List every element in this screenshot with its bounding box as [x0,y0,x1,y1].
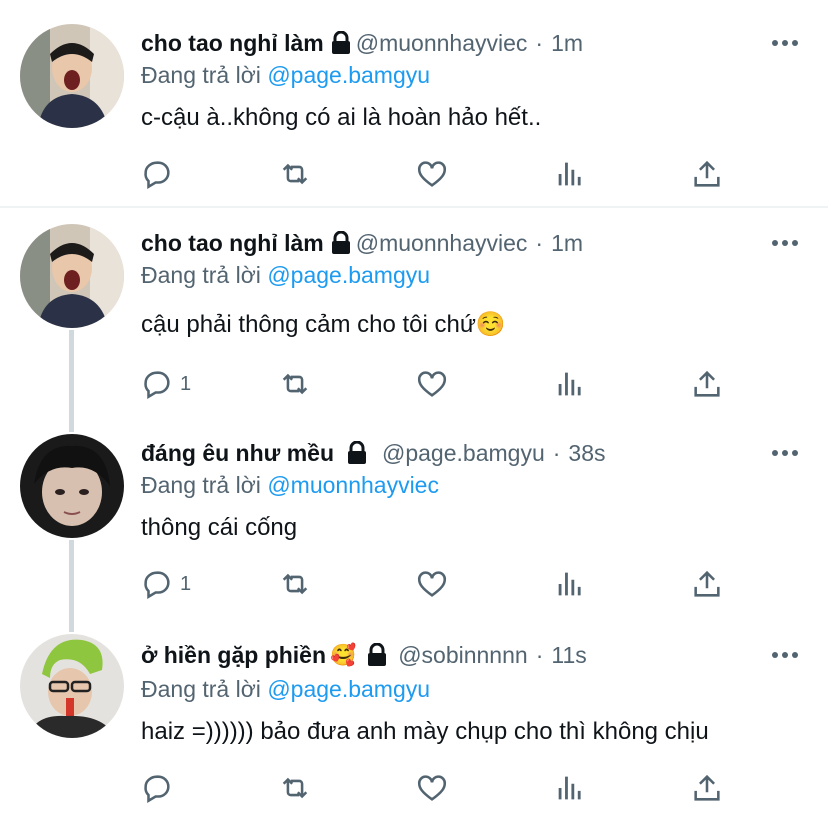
action-bar: 1 [0,364,828,404]
tweet[interactable]: cho tao nghỉ làm @muonnhayviec · 1m Đang… [0,0,828,206]
like-icon [417,161,447,187]
retweet-icon [282,373,308,395]
tweet[interactable]: đáng êu như mều @page.bamgyu · 38s Đang … [0,418,828,622]
more-icon[interactable] [768,26,798,60]
like-button[interactable] [415,564,449,604]
replying-to-label: Đang trả lời [141,472,261,498]
analytics-icon [558,572,581,596]
reply-count: 1 [180,572,192,595]
tweet[interactable]: cho tao nghỉ làm @muonnhayviec · 1m Đang… [0,208,828,418]
retweet-button[interactable] [278,768,312,808]
reply-button[interactable] [140,154,180,194]
reply-icon [144,371,170,400]
like-icon [417,775,447,801]
tweet-header: ở hiền gặp phiền 🥰 @sobinnnnn · 11s [141,638,587,672]
share-icon [694,370,720,397]
share-button[interactable] [690,564,724,604]
tweet-text: haiz =)))))) bảo đưa anh mày chụp cho th… [141,718,709,745]
display-name[interactable]: cho tao nghỉ làm [141,30,324,57]
mention-link[interactable]: @page.bamgyu [267,676,430,702]
action-bar: 1 [0,564,828,604]
separator: · [535,229,544,256]
analytics-icon [558,776,581,800]
retweet-icon [282,777,308,799]
analytics-button[interactable] [553,364,587,404]
like-icon [417,371,447,397]
like-button[interactable] [415,364,449,404]
tweet-text: cậu phải thông cảm cho tôi chứ☺️ [141,311,506,338]
separator: · [535,29,544,56]
like-button[interactable] [415,154,449,194]
avatar[interactable] [20,24,124,128]
share-button[interactable] [690,154,724,194]
user-handle[interactable]: @muonnhayviec [356,30,528,57]
replying-to: Đang trả lời @muonnhayviec [141,472,439,499]
retweet-icon [282,163,308,185]
analytics-icon [558,162,581,186]
lock-icon [368,643,387,666]
share-icon [694,160,720,187]
display-name[interactable]: đáng êu như mều [141,440,334,467]
analytics-button[interactable] [553,564,587,604]
replying-to: Đang trả lời @page.bamgyu [141,62,430,89]
tweet-header: đáng êu như mều @page.bamgyu · 38s [141,436,606,470]
lock-icon [348,441,366,464]
analytics-button[interactable] [553,768,587,808]
share-icon [694,774,720,801]
lock-icon [331,31,350,54]
timestamp[interactable]: 38s [568,440,605,467]
share-button[interactable] [690,364,724,404]
replying-to-label: Đang trả lời [141,62,261,88]
reply-button[interactable]: 1 [140,364,191,404]
analytics-icon [558,372,581,396]
tweet-header: cho tao nghỉ làm @muonnhayviec · 1m [141,226,583,260]
reply-icon [144,571,170,600]
replying-to-label: Đang trả lời [141,262,261,288]
retweet-icon [282,573,308,595]
action-bar [0,768,828,808]
user-handle[interactable]: @muonnhayviec [356,230,528,257]
mention-link[interactable]: @page.bamgyu [267,262,430,288]
timestamp[interactable]: 1m [551,30,583,57]
avatar[interactable] [20,634,124,738]
tweet-text: c-cậu à..không có ai là hoàn hảo hết.. [141,104,542,131]
reply-count: 1 [180,372,192,395]
mention-link[interactable]: @muonnhayviec [267,472,439,498]
analytics-button[interactable] [553,154,587,194]
tweet-header: cho tao nghỉ làm @muonnhayviec · 1m [141,26,583,60]
more-icon[interactable] [768,226,798,260]
avatar[interactable] [20,434,124,538]
action-bar [0,154,828,194]
more-icon[interactable] [768,436,798,470]
more-icon[interactable] [768,638,798,672]
lock-icon [331,231,350,254]
reply-icon [144,161,170,190]
reply-button[interactable] [140,768,180,808]
name-emoji: 🥰 [330,642,357,667]
separator: · [535,641,544,668]
replying-to: Đang trả lời @page.bamgyu [141,676,430,703]
reply-button[interactable]: 1 [140,564,191,604]
tweet-text: thông cái cống [141,514,298,541]
share-button[interactable] [690,768,724,808]
reply-icon [144,775,170,804]
replying-to-label: Đang trả lời [141,676,261,702]
share-icon [694,570,720,597]
timestamp[interactable]: 11s [551,642,586,669]
like-button[interactable] [415,768,449,808]
display-name[interactable]: ở hiền gặp phiền [141,642,326,669]
user-handle[interactable]: @sobinnnnn [398,642,528,669]
retweet-button[interactable] [278,364,312,404]
timestamp[interactable]: 1m [551,230,583,257]
mention-link[interactable]: @page.bamgyu [267,62,430,88]
like-icon [417,571,447,597]
retweet-button[interactable] [278,154,312,194]
retweet-button[interactable] [278,564,312,604]
replying-to: Đang trả lời @page.bamgyu [141,262,430,289]
display-name[interactable]: cho tao nghỉ làm [141,230,324,257]
avatar[interactable] [20,224,124,328]
user-handle[interactable]: @page.bamgyu [382,440,545,467]
separator: · [552,439,561,466]
tweet[interactable]: ở hiền gặp phiền 🥰 @sobinnnnn · 11s Đang… [0,622,828,813]
